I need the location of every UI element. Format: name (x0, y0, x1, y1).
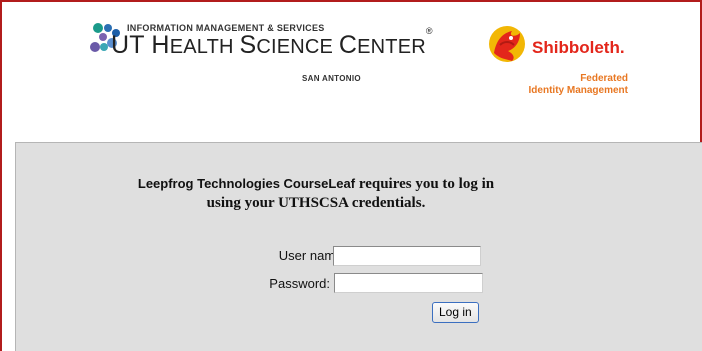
username-input[interactable] (333, 246, 481, 266)
login-panel: Leepfrog Technologies CourseLeaf require… (15, 142, 702, 351)
password-label: Password: (269, 276, 330, 291)
shibboleth-name: Shibboleth. (532, 38, 625, 57)
org-name: UT HEALTH SCIENCE CENTER® (111, 25, 433, 59)
shibboleth-tagline-1: Federated (580, 73, 628, 84)
page-header: INFORMATION MANAGEMENT & SERVICES UT HEA… (2, 2, 700, 130)
password-input[interactable] (334, 273, 483, 293)
shibboleth-logo: Shibboleth. Federated Identity Managemen… (486, 23, 636, 103)
uthscsa-logo: INFORMATION MANAGEMENT & SERVICES UT HEA… (90, 19, 433, 94)
griffin-icon (489, 26, 525, 62)
login-button[interactable]: Log in (432, 302, 479, 323)
org-location: SAN ANTONIO (302, 74, 361, 83)
shibboleth-tagline-2: Identity Management (528, 85, 628, 96)
login-message: Leepfrog Technologies CourseLeaf require… (137, 176, 495, 211)
login-page: INFORMATION MANAGEMENT & SERVICES UT HEA… (0, 0, 702, 351)
